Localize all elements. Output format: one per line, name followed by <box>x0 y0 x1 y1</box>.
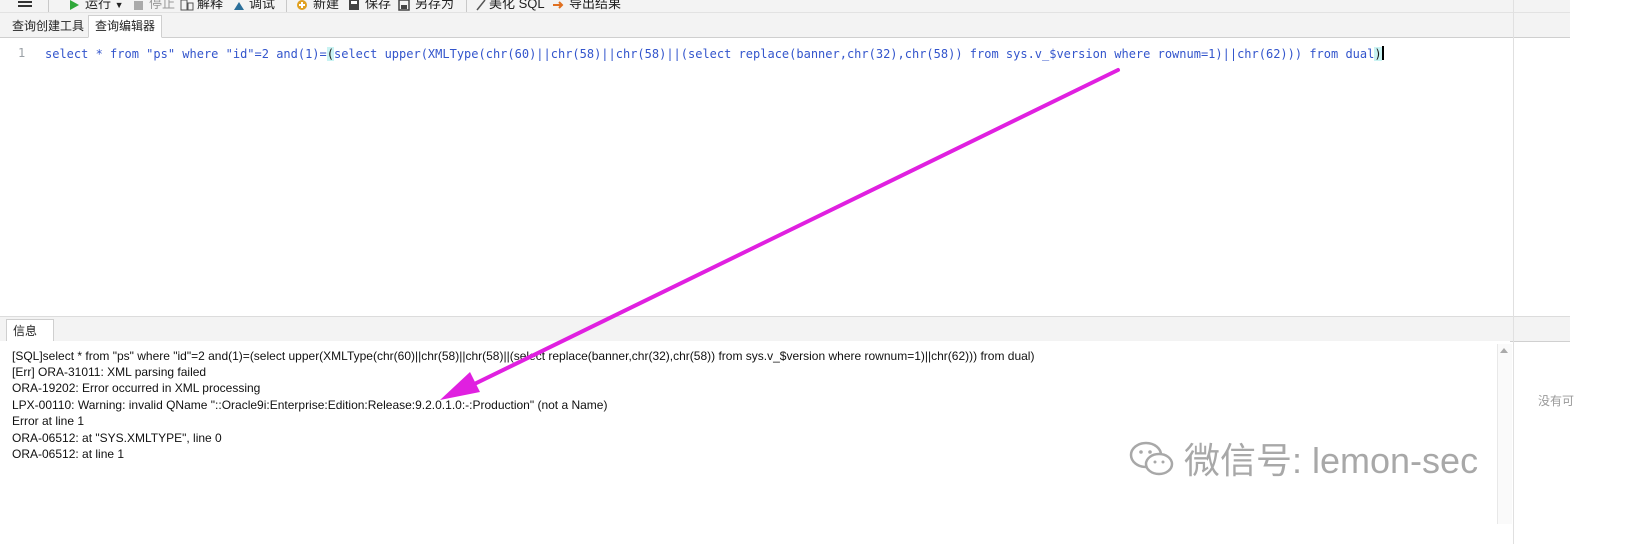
sql-text-part: select * from "ps" where "id"=2 and(1)= <box>45 47 327 61</box>
dropdown-arrow-icon[interactable]: ▼ <box>115 0 124 10</box>
result-tabs: 信息 <box>0 316 1570 342</box>
info-line: [SQL]select * from "ps" where "id"=2 and… <box>12 349 1035 363</box>
save-label: 保存 <box>365 0 392 11</box>
menu-icon[interactable] <box>18 1 32 9</box>
debug-button[interactable]: 调试 <box>232 0 276 12</box>
explain-icon <box>180 0 194 11</box>
sql-text-part: select upper(XMLType(chr(60)||chr(58)||c… <box>334 47 1375 61</box>
new-label: 新建 <box>313 0 340 11</box>
toolbar-separator <box>48 0 49 12</box>
sql-editor[interactable]: 1 select * from "ps" where "id"=2 and(1)… <box>0 38 1570 316</box>
tab-query-builder[interactable]: 查询创建工具 <box>6 16 90 36</box>
save-button[interactable]: 保存 <box>348 0 392 12</box>
editor-tabs: 查询创建工具 查询编辑器 <box>0 13 1570 38</box>
run-label: 运行 <box>85 0 112 11</box>
info-line: ORA-19202: Error occurred in XML process… <box>12 381 261 395</box>
info-line: [Err] ORA-31011: XML parsing failed <box>12 365 207 379</box>
export-result-label: 导出结果 <box>569 0 622 11</box>
run-button[interactable]: 运行 ▼ <box>68 0 124 12</box>
toolbar-separator <box>286 0 287 12</box>
new-button[interactable]: 新建 <box>296 0 340 12</box>
sql-close-paren: ) <box>1374 47 1382 61</box>
explain-label: 解释 <box>197 0 224 11</box>
stop-label: 停止 <box>149 0 176 11</box>
watermark-text: 微信号: lemon-sec <box>1184 440 1479 481</box>
stop-button[interactable]: 停止 <box>132 0 176 12</box>
tab-info[interactable]: 信息 <box>6 319 54 341</box>
save-icon <box>348 0 362 11</box>
side-text: 没有可 <box>1538 394 1575 408</box>
save-as-icon <box>398 0 412 11</box>
info-line: LPX-00110: Warning: invalid QName "::Ora… <box>12 398 608 412</box>
sql-code-line[interactable]: select * from "ps" where "id"=2 and(1)=(… <box>45 46 1384 61</box>
toolbar: 运行 ▼ 停止 解释 调试 新建 保存 另存为 美化 SQL 导出结果 <box>0 0 1570 13</box>
beautify-sql-label: 美化 SQL <box>489 0 545 11</box>
line-number: 1 <box>18 46 26 60</box>
tab-query-editor[interactable]: 查询编辑器 <box>88 15 163 38</box>
save-as-label: 另存为 <box>415 0 455 11</box>
sql-open-paren: ( <box>326 47 334 61</box>
export-icon <box>552 0 566 11</box>
wechat-icon <box>1128 439 1176 488</box>
new-icon <box>296 0 310 11</box>
debug-label: 调试 <box>249 0 276 11</box>
info-line: ORA-06512: at line 1 <box>12 447 125 461</box>
stop-icon <box>132 0 146 11</box>
debug-icon <box>232 0 246 11</box>
info-line: ORA-06512: at "SYS.XMLTYPE", line 0 <box>12 431 222 445</box>
explain-button[interactable]: 解释 <box>180 0 224 12</box>
info-scrollbar[interactable] <box>1497 344 1512 524</box>
panel-divider <box>1513 0 1514 544</box>
info-line: Error at line 1 <box>12 414 85 428</box>
beautify-sql-button[interactable]: 美化 SQL <box>476 0 545 12</box>
text-cursor <box>1381 46 1384 60</box>
export-result-button[interactable]: 导出结果 <box>552 0 622 12</box>
toolbar-separator <box>466 0 467 12</box>
play-icon <box>68 0 82 11</box>
wand-icon <box>476 0 486 11</box>
watermark: 微信号: lemon-sec <box>1128 432 1478 488</box>
scroll-up-icon[interactable] <box>1500 348 1508 353</box>
save-as-button[interactable]: 另存为 <box>398 0 455 12</box>
